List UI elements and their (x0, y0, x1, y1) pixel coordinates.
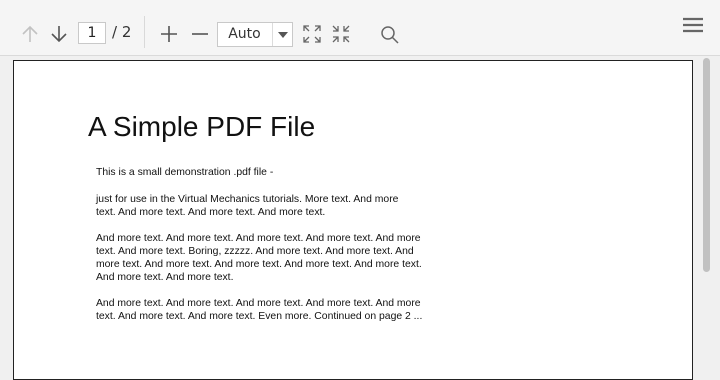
menu-button[interactable] (682, 14, 704, 36)
expand-icon (303, 25, 321, 43)
menu-icon (683, 17, 703, 33)
arrow-up-icon (22, 25, 38, 42)
zoom-in-button[interactable] (158, 23, 180, 45)
vertical-scrollbar[interactable] (700, 56, 720, 360)
chevron-down-icon (277, 31, 288, 38)
document-paragraph: just for use in the Virtual Mechanics tu… (96, 194, 399, 218)
plus-icon (161, 26, 177, 42)
minus-icon (192, 33, 208, 35)
zoom-select-value: Auto (228, 26, 261, 42)
document-viewer[interactable]: A Simple PDF File This is a small demons… (0, 56, 720, 380)
compress-icon (332, 25, 350, 43)
document-title: A Simple PDF File (88, 111, 316, 142)
zoom-select[interactable]: Auto (217, 22, 293, 47)
document-paragraph: And more text. And more text. And more t… (96, 298, 423, 322)
search-icon (381, 26, 399, 44)
fit-page-button[interactable] (302, 24, 322, 44)
page-number-input[interactable] (78, 22, 106, 44)
fit-width-button[interactable] (331, 24, 351, 44)
toolbar-divider (144, 16, 145, 48)
zoom-out-button[interactable] (189, 23, 211, 45)
previous-page-button[interactable] (20, 23, 40, 45)
zoom-dropdown-arrow[interactable] (272, 23, 292, 46)
arrow-down-icon (51, 26, 67, 43)
search-button[interactable] (379, 24, 401, 46)
pdf-toolbar: / 2 Auto (0, 0, 720, 56)
scrollbar-thumb[interactable] (703, 58, 710, 272)
next-page-button[interactable] (49, 23, 69, 45)
document-paragraph: And more text. And more text. And more t… (96, 233, 422, 283)
document-paragraph: This is a small demonstration .pdf file … (96, 167, 274, 178)
page-count-label: / 2 (112, 23, 132, 41)
pdf-page: A Simple PDF File This is a small demons… (13, 60, 693, 380)
